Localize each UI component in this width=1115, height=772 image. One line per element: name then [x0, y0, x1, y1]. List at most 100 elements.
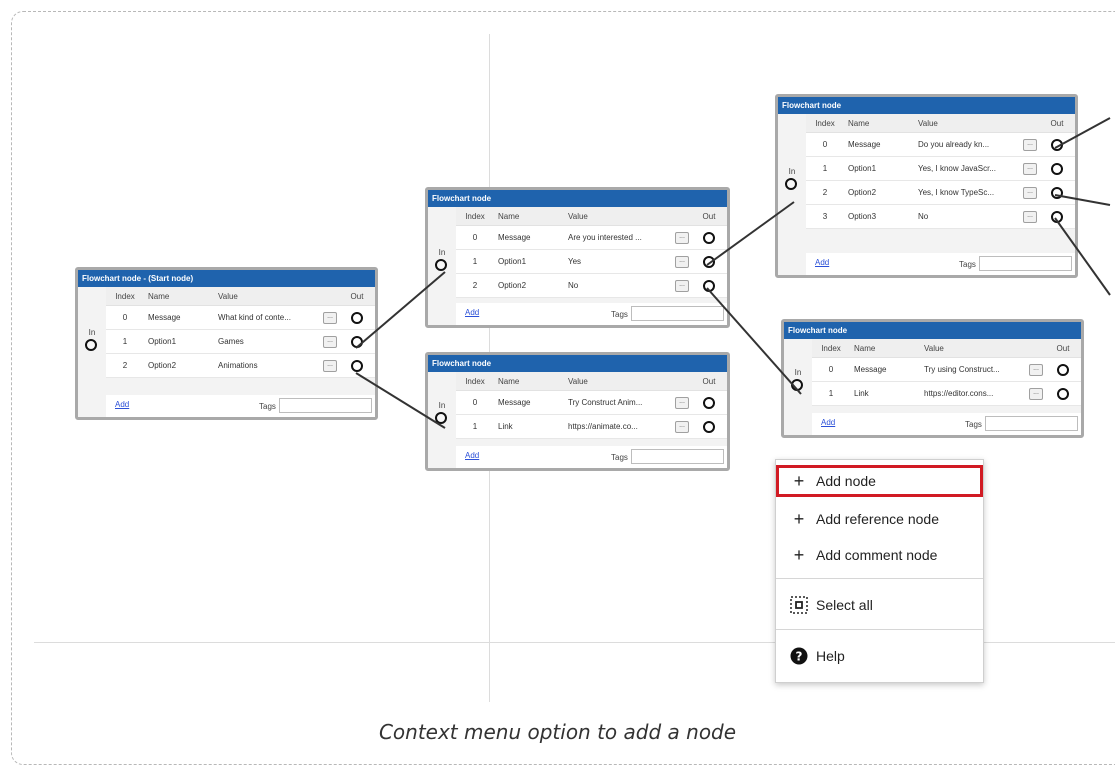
out-port[interactable] [703, 420, 715, 433]
cell-name[interactable]: Link [850, 389, 920, 398]
out-port[interactable] [1057, 363, 1069, 376]
edit-value-button[interactable]: ... [1023, 186, 1037, 199]
table-row[interactable]: 1 Option1 Yes... [456, 250, 727, 274]
out-port[interactable] [1057, 387, 1069, 400]
flowchart-node[interactable]: Flowchart node - (Start node) In Index Name… [75, 267, 378, 420]
node-title[interactable]: Flowchart node [428, 190, 727, 207]
tags-input[interactable] [279, 398, 372, 413]
in-port[interactable] [435, 259, 447, 271]
in-port[interactable] [85, 339, 97, 351]
cell-name[interactable]: Option3 [844, 212, 914, 221]
flowchart-node[interactable]: Flowchart node In Index Name Value Out 0 Messag… [425, 352, 730, 471]
cell-value[interactable]: Are you interested ... [564, 233, 673, 242]
edit-value-button[interactable]: ... [323, 311, 337, 324]
edit-value-button[interactable]: ... [1029, 363, 1043, 376]
add-row-link[interactable]: Add [815, 258, 829, 267]
out-port[interactable] [351, 311, 363, 324]
out-port[interactable] [703, 396, 715, 409]
tags-input[interactable] [631, 306, 724, 321]
edit-value-button[interactable]: ... [323, 335, 337, 348]
edit-value-button[interactable]: ... [675, 420, 689, 433]
flowchart-node[interactable]: Flowchart node In Index Name Value Out 0 Messag… [781, 319, 1084, 438]
node-title[interactable]: Flowchart node [428, 355, 727, 372]
add-row-link[interactable]: Add [465, 308, 479, 317]
cell-name[interactable]: Option2 [844, 188, 914, 197]
add-row-link[interactable]: Add [821, 418, 835, 427]
cell-name[interactable]: Option1 [144, 337, 214, 346]
out-port[interactable] [1051, 138, 1063, 151]
in-port[interactable] [435, 412, 447, 424]
cell-name[interactable]: Option1 [494, 257, 564, 266]
flowchart-node[interactable]: Flowchart node In Index Name Value Out 0 Messag… [425, 187, 730, 328]
table-row[interactable]: 1 Link https://animate.co...... [456, 415, 727, 439]
cell-name[interactable]: Message [844, 140, 914, 149]
in-port[interactable] [785, 178, 797, 190]
menu-item-add-node[interactable]: + Add node [776, 465, 983, 497]
table-row[interactable]: 2 Option2 Animations... [106, 354, 375, 378]
edit-value-button[interactable]: ... [1029, 387, 1043, 400]
add-row-link[interactable]: Add [115, 400, 129, 409]
edit-value-button[interactable]: ... [1023, 138, 1037, 151]
cell-value[interactable]: https://animate.co... [564, 422, 673, 431]
flowchart-node[interactable]: Flowchart node In Index Name Value Out 0 Messag… [775, 94, 1078, 278]
cell-name[interactable]: Message [850, 365, 920, 374]
cell-value[interactable]: Try using Construct... [920, 365, 1027, 374]
edit-value-button[interactable]: ... [675, 231, 689, 244]
cell-value[interactable]: Yes, I know TypeSc... [914, 188, 1021, 197]
tags-input[interactable] [985, 416, 1078, 431]
cell-value[interactable]: Yes, I know JavaScr... [914, 164, 1021, 173]
out-port[interactable] [703, 255, 715, 268]
cell-value[interactable]: Games [214, 337, 321, 346]
tags-input[interactable] [631, 449, 724, 464]
cell-name[interactable]: Message [494, 233, 564, 242]
out-port[interactable] [703, 231, 715, 244]
table-row[interactable]: 0 Message Do you already kn...... [806, 133, 1075, 157]
table-row[interactable]: 1 Option1 Yes, I know JavaScr...... [806, 157, 1075, 181]
table-row[interactable]: 1 Option1 Games... [106, 330, 375, 354]
node-title[interactable]: Flowchart node [784, 322, 1081, 339]
table-row[interactable]: 0 Message Try using Construct...... [812, 358, 1081, 382]
cell-value[interactable]: Yes [564, 257, 673, 266]
out-port[interactable] [703, 279, 715, 292]
cell-value[interactable]: Do you already kn... [914, 140, 1021, 149]
edit-value-button[interactable]: ... [1023, 210, 1037, 223]
cell-value[interactable]: Try Construct Anim... [564, 398, 673, 407]
edit-value-button[interactable]: ... [323, 359, 337, 372]
cell-name[interactable]: Link [494, 422, 564, 431]
table-row[interactable]: 0 Message Try Construct Anim...... [456, 391, 727, 415]
cell-value[interactable]: No [564, 281, 673, 290]
table-row[interactable]: 3 Option3 No... [806, 205, 1075, 229]
cell-name[interactable]: Option2 [494, 281, 564, 290]
node-title[interactable]: Flowchart node [778, 97, 1075, 114]
add-row-link[interactable]: Add [465, 451, 479, 460]
out-port[interactable] [1051, 162, 1063, 175]
cell-value[interactable]: Animations [214, 361, 321, 370]
cell-name[interactable]: Message [494, 398, 564, 407]
node-title[interactable]: Flowchart node - (Start node) [78, 270, 375, 287]
table-row[interactable]: 2 Option2 No... [456, 274, 727, 298]
cell-name[interactable]: Message [144, 313, 214, 322]
tags-input[interactable] [979, 256, 1072, 271]
out-port[interactable] [1051, 210, 1063, 223]
table-row[interactable]: 2 Option2 Yes, I know TypeSc...... [806, 181, 1075, 205]
out-port[interactable] [1051, 186, 1063, 199]
menu-item-select-all[interactable]: Select all [776, 589, 983, 621]
edit-value-button[interactable]: ... [675, 396, 689, 409]
menu-item-add-comment-node[interactable]: + Add comment node [776, 539, 983, 571]
edit-value-button[interactable]: ... [675, 255, 689, 268]
cell-value[interactable]: What kind of conte... [214, 313, 321, 322]
table-row[interactable]: 0 Message What kind of conte...... [106, 306, 375, 330]
cell-value[interactable]: https://editor.cons... [920, 389, 1027, 398]
menu-item-add-reference-node[interactable]: + Add reference node [776, 503, 983, 535]
out-port[interactable] [351, 359, 363, 372]
cell-value[interactable]: No [914, 212, 1021, 221]
menu-item-help[interactable]: ? Help [776, 640, 983, 672]
in-port[interactable] [791, 379, 803, 391]
table-row[interactable]: 1 Link https://editor.cons...... [812, 382, 1081, 406]
edit-value-button[interactable]: ... [675, 279, 689, 292]
edit-value-button[interactable]: ... [1023, 162, 1037, 175]
out-port[interactable] [351, 335, 363, 348]
cell-name[interactable]: Option2 [144, 361, 214, 370]
table-row[interactable]: 0 Message Are you interested ...... [456, 226, 727, 250]
cell-name[interactable]: Option1 [844, 164, 914, 173]
